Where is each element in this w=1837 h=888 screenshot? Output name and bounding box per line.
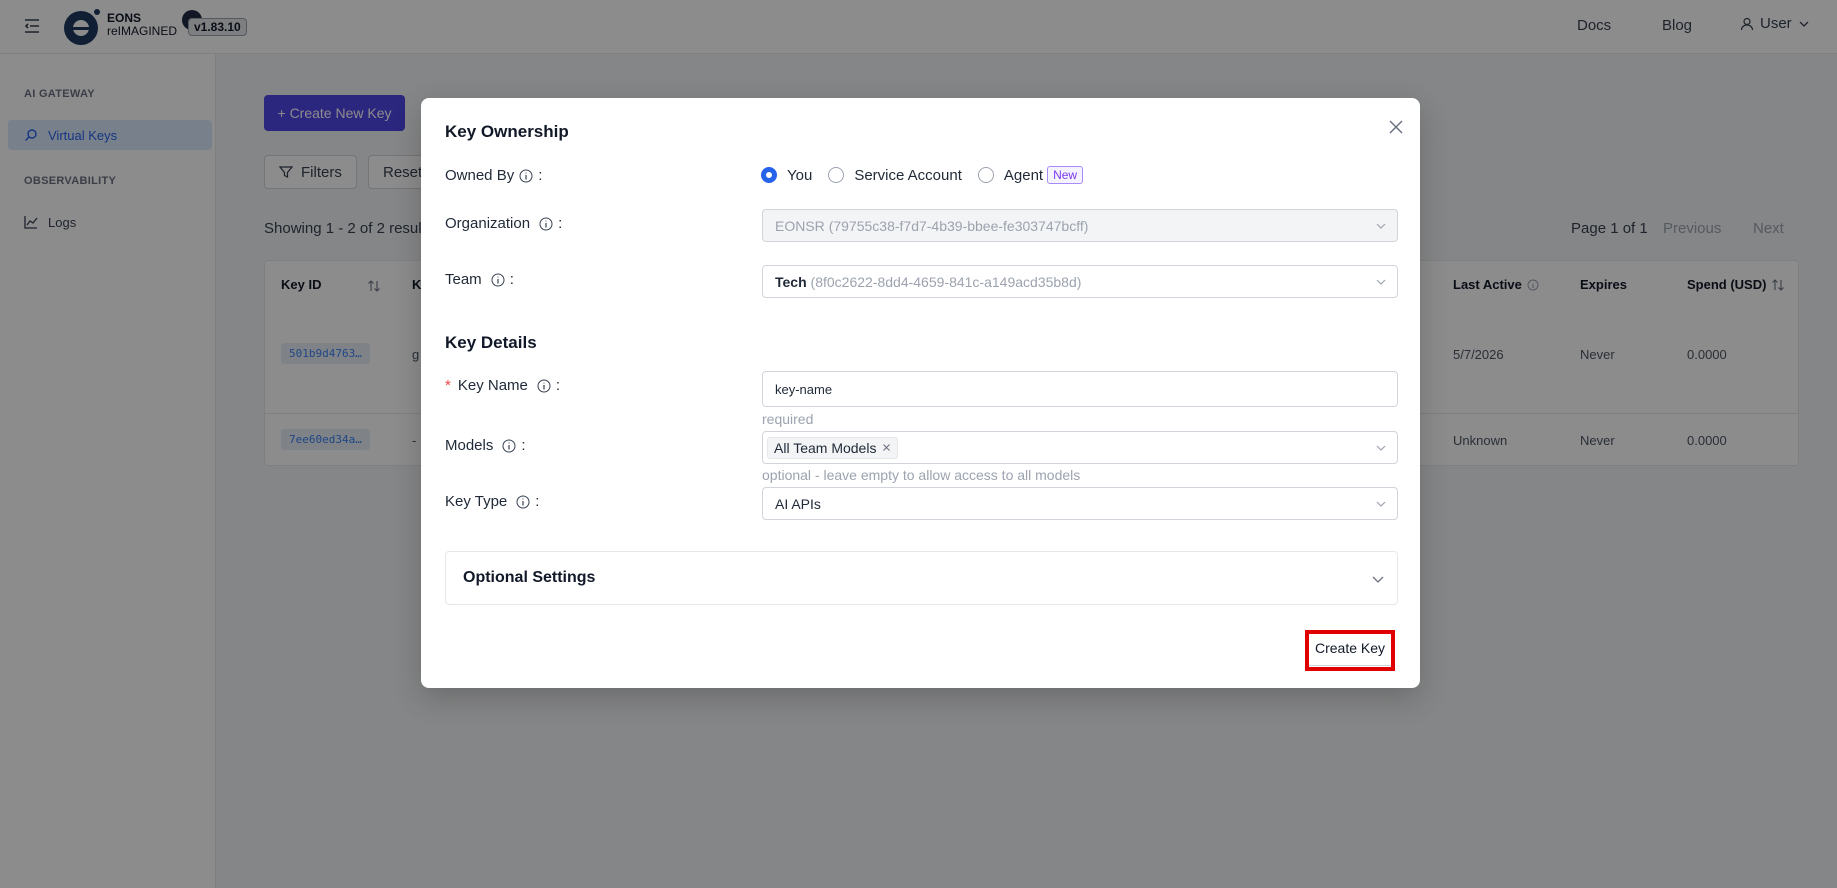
key-type-text: Key Type — [445, 493, 508, 510]
organization-select[interactable]: EONSR (79755c38-f7d7-4b39-bbee-fe303747b… — [762, 209, 1398, 242]
close-icon[interactable] — [1385, 116, 1407, 138]
models-tag-label: All Team Models — [774, 439, 877, 456]
radio-unchecked-icon[interactable] — [977, 167, 994, 183]
radio-checked-icon[interactable] — [761, 167, 777, 183]
key-type-label: Key Type : — [445, 493, 539, 510]
key-type-select[interactable]: AI APIs — [762, 487, 1398, 520]
label-colon: : — [535, 493, 540, 510]
info-icon[interactable] — [491, 273, 505, 287]
models-select[interactable]: All Team Models — [762, 431, 1398, 464]
key-ownership-title: Key Ownership — [445, 122, 569, 141]
owned-by-text: Owned By — [445, 167, 515, 184]
info-icon[interactable] — [539, 217, 553, 231]
chevron-down-icon — [1376, 501, 1386, 507]
optional-settings-title: Optional Settings — [463, 569, 596, 586]
chevron-down-icon — [1376, 223, 1386, 229]
key-name-hint: required — [762, 411, 814, 427]
owner-option-label: Service Account — [854, 166, 962, 184]
team-text: Team — [445, 271, 482, 288]
label-colon: : — [558, 215, 563, 232]
owner-option-label: You — [787, 166, 813, 184]
key-name-text: Key Name — [457, 377, 528, 394]
models-tag: All Team Models — [767, 436, 899, 459]
models-label: Models : — [445, 437, 526, 454]
info-icon[interactable] — [516, 495, 530, 509]
tag-remove-icon[interactable] — [882, 443, 891, 452]
organization-name: EONSR — [775, 217, 825, 234]
radio-unchecked-icon[interactable] — [828, 167, 845, 183]
organization-text: Organization — [445, 215, 531, 232]
owner-radio-group: You Service Account Agent New — [761, 166, 1099, 184]
owner-option-you[interactable]: You — [761, 167, 812, 184]
owned-by-label: Owned By : — [445, 167, 542, 184]
label-colon: : — [521, 437, 526, 454]
organization-id: (79755c38-f7d7-4b39-bbee-fe303747bcff) — [828, 217, 1089, 234]
team-select[interactable]: Tech (8f0c2622-8dd4-4659-841c-a149acd35b… — [762, 265, 1398, 298]
optional-settings-panel[interactable]: Optional Settings — [445, 551, 1398, 605]
owner-option-service-account[interactable]: Service Account — [828, 167, 962, 184]
key-details-title: Key Details — [445, 333, 537, 352]
organization-label: Organization : — [445, 215, 562, 232]
key-type-value: AI APIs — [775, 495, 821, 512]
models-text: Models — [445, 437, 494, 454]
team-name: Tech — [775, 273, 807, 290]
info-icon[interactable] — [502, 439, 516, 453]
required-asterisk: * — [445, 377, 451, 394]
owner-option-label: Agent — [1003, 166, 1044, 184]
new-badge: New — [1047, 166, 1084, 184]
models-hint: optional - leave empty to allow access t… — [762, 467, 1081, 483]
label-colon: : — [555, 377, 561, 394]
chevron-down-icon — [1376, 445, 1386, 451]
create-key-modal: Key Ownership Owned By : You Service Acc… — [421, 98, 1420, 688]
owner-option-agent[interactable]: Agent New — [977, 166, 1084, 184]
team-label: Team : — [445, 271, 514, 288]
label-colon: : — [538, 167, 543, 184]
chevron-down-icon — [1376, 279, 1386, 285]
label-colon: : — [509, 271, 514, 288]
key-name-label: * Key Name : — [445, 377, 560, 394]
key-name-value: key-name — [775, 381, 833, 397]
team-id: (8f0c2622-8dd4-4659-841c-a149acd35b8d) — [810, 273, 1082, 290]
info-icon[interactable] — [519, 169, 533, 183]
chevron-down-icon[interactable] — [1371, 572, 1385, 586]
highlight-box — [1305, 630, 1395, 671]
info-icon[interactable] — [537, 379, 551, 393]
key-name-input[interactable]: key-name — [762, 371, 1398, 407]
